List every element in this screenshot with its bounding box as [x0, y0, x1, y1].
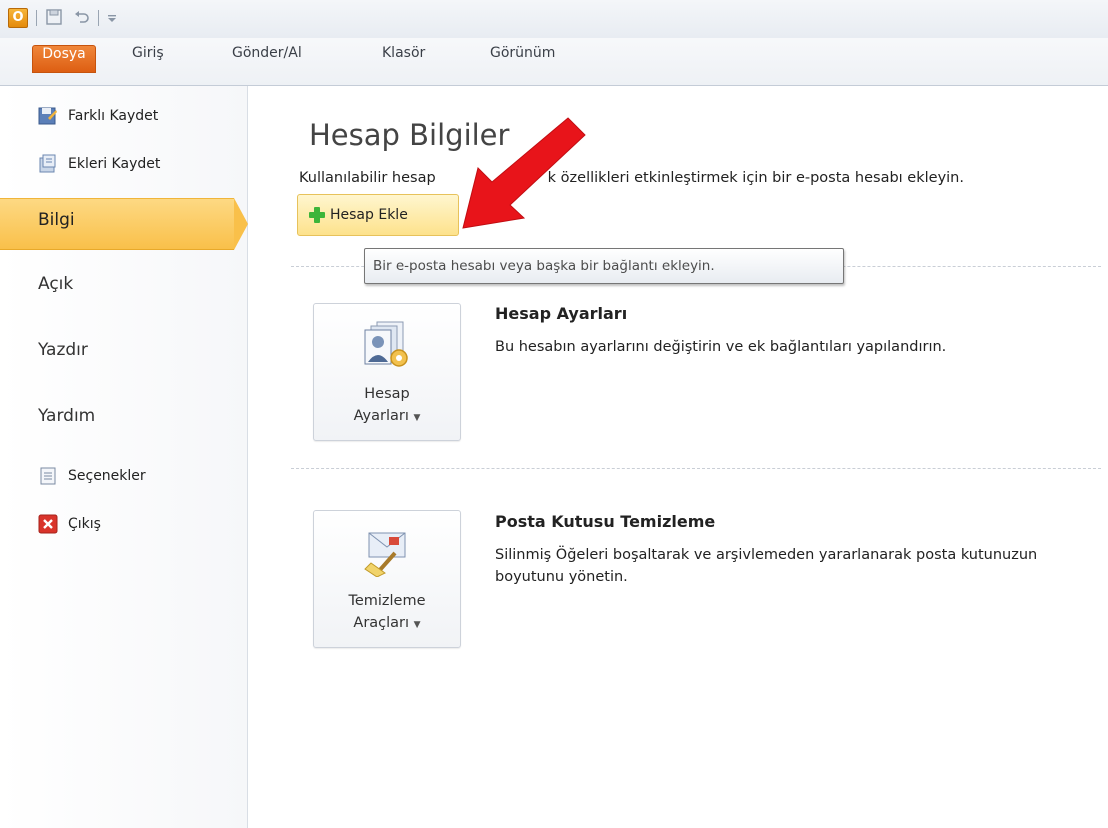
cleanup-tools-icon	[359, 527, 417, 578]
save-attachments-label: Ekleri Kaydet	[68, 156, 161, 172]
tab-view[interactable]: Görünüm	[490, 45, 555, 73]
account-settings-label-2: Ayarları ▼	[353, 408, 421, 424]
nav-tab-help[interactable]: Yardım	[38, 406, 95, 436]
add-account-tooltip: Bir e-posta hesabı veya başka bir bağlan…	[364, 248, 844, 284]
account-settings-button[interactable]: Hesap Ayarları ▼	[313, 303, 461, 441]
nav-selected-highlight	[0, 198, 234, 250]
options-label: Seçenekler	[68, 468, 146, 484]
tab-folder[interactable]: Klasör	[382, 45, 425, 73]
page-title: Hesap Bilgiler	[309, 118, 510, 152]
undo-icon[interactable]	[72, 8, 92, 28]
tab-home[interactable]: Giriş	[132, 45, 164, 73]
customize-qat-icon[interactable]	[102, 8, 122, 28]
chevron-down-icon: ▼	[413, 413, 421, 423]
subtitle-right: k özellikleri etkinleştirmek için bir e-…	[547, 170, 964, 186]
exit-icon	[38, 514, 58, 534]
nav-tab-open[interactable]: Açık	[38, 274, 73, 304]
options-command[interactable]: Seçenekler	[38, 462, 146, 490]
cleanup-tools-label-2: Araçları ▼	[353, 615, 421, 631]
quick-access-toolbar: O	[0, 0, 1108, 38]
nav-selected-pointer	[234, 198, 248, 250]
mailbox-cleanup-description: Silinmiş Öğeleri boşaltarak ve arşivleme…	[495, 547, 1038, 585]
account-settings-description: Bu hesabın ayarlarını değiştirin ve ek b…	[495, 339, 947, 355]
subtitle-left: Kullanılabilir hesap	[299, 170, 436, 186]
save-as-icon	[38, 106, 58, 126]
cleanup-tools-label-1: Temizleme	[348, 593, 426, 609]
nav-tab-print[interactable]: Yazdır	[38, 340, 88, 370]
save-attachments-command[interactable]: Ekleri Kaydet	[38, 150, 160, 178]
tab-send-receive[interactable]: Gönder/Al	[232, 45, 302, 73]
account-settings-icon	[359, 320, 417, 370]
qat-separator	[98, 10, 99, 26]
section-divider	[291, 468, 1101, 469]
exit-label: Çıkış	[68, 516, 101, 532]
qat-separator	[36, 10, 37, 26]
save-icon[interactable]	[44, 8, 64, 28]
account-settings-title: Hesap Ayarları	[495, 304, 628, 323]
cleanup-tools-button[interactable]: Temizleme Araçları ▼	[313, 510, 461, 648]
nav-tab-info[interactable]: Bilgi	[38, 210, 75, 230]
ribbon-tab-bar: Dosya Giriş Gönder/Al Klasör Görünüm	[0, 38, 1108, 86]
save-as-label: Farklı Kaydet	[68, 108, 159, 124]
main-panel: Hesap Bilgiler Kullanılabilir hesap k öze…	[249, 86, 1108, 828]
save-as-command[interactable]: Farklı Kaydet	[38, 102, 158, 130]
mailbox-cleanup-title: Posta Kutusu Temizleme	[495, 512, 716, 531]
chevron-down-icon: ▼	[413, 620, 421, 630]
save-attachments-icon	[38, 154, 58, 174]
exit-command[interactable]: Çıkış	[38, 510, 101, 538]
add-account-button[interactable]: Hesap Ekle	[297, 194, 459, 236]
tab-file[interactable]: Dosya	[32, 45, 96, 73]
options-icon	[38, 466, 58, 486]
page-subtitle: Kullanılabilir hesap k özellikleri etkinl…	[299, 170, 964, 186]
outlook-logo-icon[interactable]: O	[8, 8, 28, 28]
plus-icon	[308, 206, 326, 224]
add-account-label: Hesap Ekle	[330, 207, 408, 223]
account-settings-label-1: Hesap	[364, 386, 410, 402]
backstage-nav: Farklı Kaydet Ekleri Kaydet Bilgi Açık Y…	[0, 86, 248, 828]
